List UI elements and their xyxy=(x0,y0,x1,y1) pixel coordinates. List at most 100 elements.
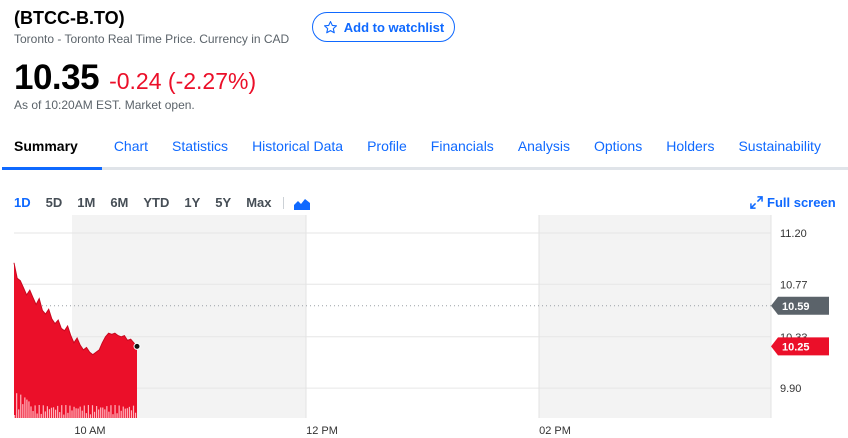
volume-bar xyxy=(32,411,34,418)
volume-bar xyxy=(102,407,104,418)
tab-sustainability[interactable]: Sustainability xyxy=(726,126,833,167)
volume-bar xyxy=(77,408,79,418)
volume-bar xyxy=(28,401,30,418)
volume-bar xyxy=(71,410,73,418)
range-1m[interactable]: 1M xyxy=(77,195,95,210)
area-chart-icon xyxy=(294,198,311,210)
volume-bar xyxy=(93,411,96,418)
volume-bar xyxy=(126,408,128,418)
volume-bar xyxy=(106,406,108,418)
current-price-label: 10.25 xyxy=(782,341,810,353)
volume-bar xyxy=(48,409,51,418)
tab-holders[interactable]: Holders xyxy=(654,126,726,167)
volume-bar xyxy=(122,406,124,418)
tab-summary[interactable]: Summary xyxy=(2,126,102,170)
range-selector: 1D 5D 1M 6M YTD 1Y 5Y Max xyxy=(14,195,311,210)
range-5d[interactable]: 5D xyxy=(46,195,63,210)
range-6m[interactable]: 6M xyxy=(110,195,128,210)
tab-options[interactable]: Options xyxy=(582,126,654,167)
range-ytd[interactable]: YTD xyxy=(143,195,169,210)
range-5y[interactable]: 5Y xyxy=(215,195,231,210)
volume-bar xyxy=(79,406,81,418)
watchlist-label: Add to watchlist xyxy=(343,19,445,35)
volume-bar xyxy=(69,405,71,418)
x-tick-label: 10 AM xyxy=(74,425,105,437)
volume-bar xyxy=(20,394,22,418)
previous-close-label: 10.59 xyxy=(782,301,810,313)
range-max[interactable]: Max xyxy=(246,195,271,210)
volume-bar xyxy=(124,408,126,418)
volume-bar xyxy=(83,405,85,418)
volume-bar xyxy=(52,407,55,418)
volume-bar xyxy=(73,406,75,418)
session-band xyxy=(539,215,771,418)
add-to-watchlist-button[interactable]: Add to watchlist xyxy=(312,12,455,42)
volume-bar xyxy=(81,410,83,418)
price-change: -0.24 (-2.27%) xyxy=(109,68,257,94)
as-of-timestamp: As of 10:20AM EST. Market open. xyxy=(14,98,195,112)
volume-bar xyxy=(26,399,28,418)
tab-historical-data[interactable]: Historical Data xyxy=(240,126,355,167)
volume-bar xyxy=(89,414,92,418)
volume-bar xyxy=(18,409,20,418)
range-1y[interactable]: 1Y xyxy=(184,195,200,210)
volume-bar xyxy=(134,412,137,418)
volume-bar xyxy=(130,410,133,418)
volume-bar xyxy=(50,407,53,418)
range-1d[interactable]: 1D xyxy=(14,195,31,210)
expand-icon xyxy=(750,196,763,209)
volume-bar xyxy=(128,406,130,418)
ticker-symbol: (BTCC-B.TO) xyxy=(14,8,125,28)
volume-bar xyxy=(91,405,94,418)
volume-bar xyxy=(110,405,112,418)
y-tick-label: 9.90 xyxy=(780,383,801,395)
tab-chart[interactable]: Chart xyxy=(102,126,160,167)
star-icon xyxy=(323,20,337,33)
volume-bar xyxy=(112,414,114,418)
exchange-subtitle: Toronto - Toronto Real Time Price. Curre… xyxy=(14,32,290,46)
volume-bar xyxy=(108,411,110,418)
volume-bar xyxy=(42,405,44,418)
volume-bar xyxy=(24,397,26,418)
volume-bar xyxy=(59,412,61,418)
intraday-chart[interactable]: 11.2010.7710.339.9010.5910.2510 AM12 PM0… xyxy=(0,215,848,438)
last-price-dot xyxy=(133,342,141,350)
volume-bar xyxy=(30,406,32,418)
volume-bar xyxy=(40,413,42,418)
y-tick-label: 10.77 xyxy=(780,279,808,291)
volume-bar xyxy=(61,405,63,418)
volume-bar xyxy=(38,405,40,418)
price-row: 10.35 -0.24 (-2.27%) xyxy=(14,58,256,98)
volume-bar xyxy=(22,404,24,418)
volume-bar xyxy=(67,412,69,418)
full-screen-label: Full screen xyxy=(767,195,836,210)
current-price: 10.35 xyxy=(14,58,100,97)
quote-tabs: Summary Chart Statistics Historical Data… xyxy=(2,126,848,170)
tab-statistics[interactable]: Statistics xyxy=(160,126,240,167)
x-tick-label: 12 PM xyxy=(306,425,338,437)
volume-bar xyxy=(65,405,67,418)
volume-bar xyxy=(46,406,48,418)
tab-financials[interactable]: Financials xyxy=(419,126,506,167)
volume-bar xyxy=(85,413,87,418)
volume-bar xyxy=(16,393,18,418)
tab-analysis[interactable]: Analysis xyxy=(506,126,582,167)
volume-bar xyxy=(98,409,100,418)
volume-bar xyxy=(100,407,102,418)
y-tick-label: 11.20 xyxy=(780,228,807,240)
volume-bar xyxy=(34,405,36,418)
volume-bar xyxy=(14,415,16,418)
volume-bar xyxy=(55,409,57,418)
full-screen-button[interactable]: Full screen xyxy=(750,195,836,210)
volume-bar xyxy=(132,405,135,418)
volume-bar xyxy=(63,414,65,418)
volume-bar xyxy=(114,405,116,418)
tab-profile[interactable]: Profile xyxy=(355,126,419,167)
volume-bar xyxy=(120,410,122,418)
volume-bar xyxy=(57,405,59,418)
volume-bar xyxy=(116,413,118,418)
chart-type-toggle[interactable] xyxy=(283,196,311,210)
volume-bar xyxy=(44,411,46,418)
volume-bar xyxy=(36,413,38,418)
volume-bar xyxy=(96,406,98,418)
